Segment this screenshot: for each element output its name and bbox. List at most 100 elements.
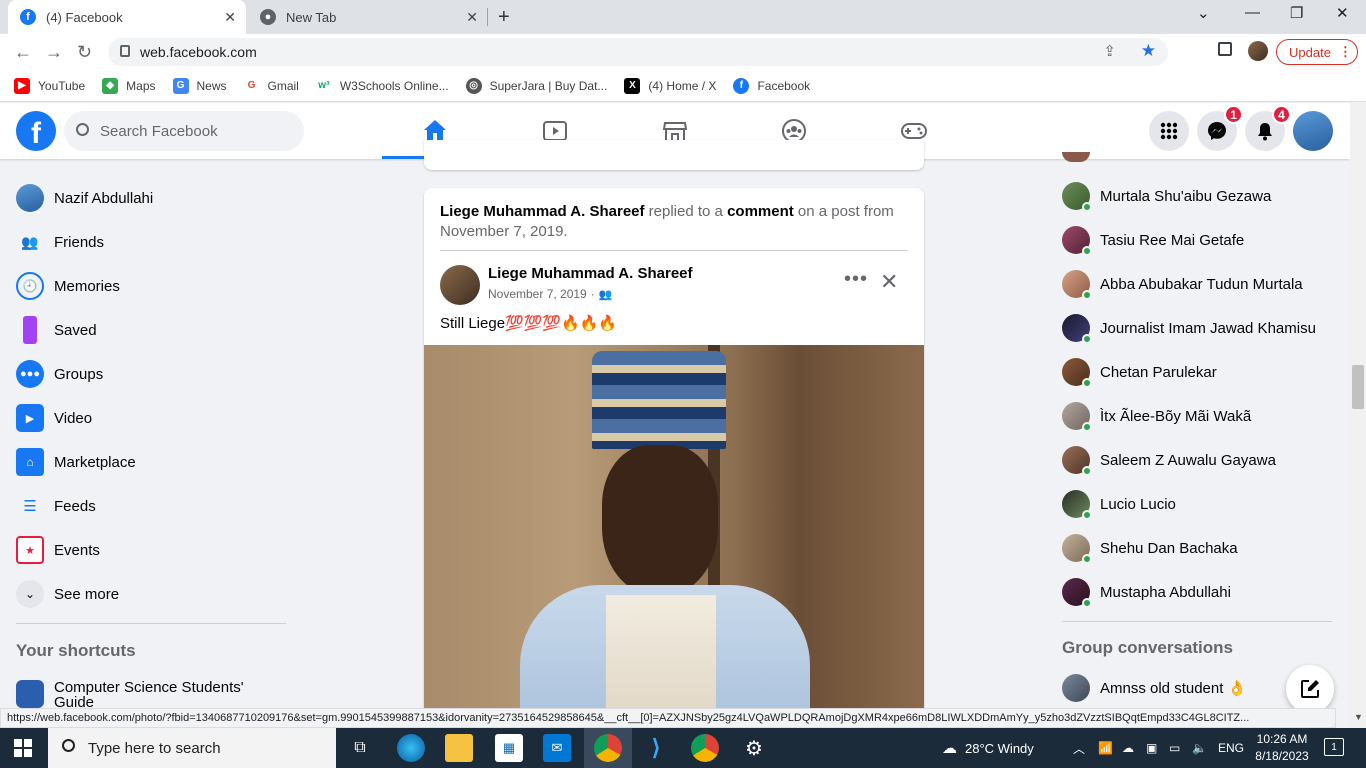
bookmark-star-icon[interactable]: ★ <box>1141 41 1156 61</box>
close-post-icon[interactable]: ✕ <box>880 269 898 295</box>
bookmark-news[interactable]: G News <box>172 77 227 94</box>
bookmark-maps[interactable]: ◆ Maps <box>102 77 156 94</box>
side-panel-icon[interactable] <box>1218 42 1232 56</box>
contact-item[interactable]: Shehu Dan Bachaka <box>1062 530 1238 566</box>
facebook-favicon-icon: f <box>20 9 36 25</box>
chevron-down-icon: ⌄ <box>16 580 44 608</box>
contact-name: Journalist Imam Jawad Khamisu <box>1100 319 1316 337</box>
shortcut-item[interactable]: Computer Science Students' Guide <box>16 680 276 708</box>
online-status-dot <box>1082 422 1092 432</box>
close-tab-icon[interactable]: ✕ <box>466 9 478 26</box>
bookmark-gmail[interactable]: G Gmail <box>243 77 299 94</box>
forward-icon[interactable]: → <box>45 42 63 63</box>
update-label: Update <box>1289 44 1331 60</box>
sidebar-item-marketplace[interactable]: ⌂ Marketplace <box>16 444 136 480</box>
edge-icon[interactable] <box>397 734 425 762</box>
search-input[interactable]: Search Facebook <box>64 111 304 151</box>
online-status-dot <box>1082 598 1092 608</box>
sidebar-item-events[interactable]: ★ Events <box>16 532 100 568</box>
file-explorer-icon[interactable] <box>445 734 473 762</box>
network-icon[interactable]: ☁ <box>1122 728 1134 768</box>
share-icon[interactable]: ⇪ <box>1103 42 1116 60</box>
contact-item[interactable]: Murtala Shu'aibu Gezawa <box>1062 178 1271 214</box>
contact-item[interactable]: Ìtx Ãlee-Bõy Mãi Wakã <box>1062 398 1251 434</box>
vscode-icon[interactable]: ⟩ <box>642 734 670 762</box>
search-icon <box>62 739 75 752</box>
close-tab-icon[interactable]: ✕ <box>224 9 236 26</box>
clock[interactable]: 10:26 AM 8/18/2023 <box>1252 731 1312 765</box>
activity-actor[interactable]: Liege Muhammad A. Shareef <box>440 203 645 220</box>
new-message-button[interactable] <box>1286 665 1334 713</box>
back-icon[interactable]: ← <box>14 42 32 63</box>
messenger-icon <box>1208 122 1226 140</box>
scrollbar-thumb[interactable] <box>1352 365 1364 409</box>
notification-center-icon[interactable]: 1 <box>1324 738 1344 756</box>
browser-profile-avatar[interactable] <box>1248 41 1268 61</box>
minimize-button[interactable]: — <box>1245 4 1260 21</box>
menu-button[interactable] <box>1149 111 1189 151</box>
mail-icon[interactable]: ✉ <box>543 734 571 762</box>
reload-icon[interactable]: ↻ <box>77 42 92 63</box>
sidebar-item-saved[interactable]: Saved <box>16 312 97 348</box>
weather-widget[interactable]: ☁ 28°C Windy <box>942 728 1034 768</box>
post-photo[interactable] <box>424 345 924 728</box>
battery-icon[interactable]: ▭ <box>1169 728 1180 768</box>
post-options-icon[interactable]: ••• <box>844 268 868 291</box>
tab-new-tab[interactable]: ● New Tab ✕ <box>252 0 488 34</box>
sidebar-item-feeds[interactable]: ☰ Feeds <box>16 488 95 524</box>
contact-item[interactable]: Mustapha Abdullahi <box>1062 574 1231 610</box>
taskbar-search-input[interactable]: Type here to search <box>48 728 336 768</box>
address-bar[interactable]: web.facebook.com ⇪ ★ <box>108 38 1168 66</box>
chrome-profile-icon[interactable] <box>691 734 719 762</box>
close-window-button[interactable]: ✕ <box>1336 4 1349 22</box>
bookmark-facebook[interactable]: f Facebook <box>733 77 810 94</box>
settings-gear-icon[interactable]: ⚙ <box>740 734 768 762</box>
contact-item[interactable]: Journalist Imam Jawad Khamisu <box>1062 310 1316 346</box>
sidebar-item-label: Friends <box>54 233 105 251</box>
saved-icon <box>23 316 37 344</box>
tab-search-icon[interactable]: ⌄ <box>1197 4 1210 22</box>
post-date[interactable]: November 7, 2019 <box>488 287 587 301</box>
tray-chevron-icon[interactable]: ︿ <box>1073 728 1085 768</box>
notifications-button[interactable]: 4 <box>1245 105 1291 151</box>
sidebar-item-see-more[interactable]: ⌄ See more <box>16 576 119 612</box>
tab-facebook[interactable]: f (4) Facebook ✕ <box>8 0 246 34</box>
restore-button[interactable]: ❐ <box>1290 4 1303 22</box>
device-icon[interactable]: ▣ <box>1146 728 1157 768</box>
sidebar-item-groups[interactable]: ●●● Groups <box>16 356 103 392</box>
volume-icon[interactable]: 🔈 <box>1192 728 1207 768</box>
activity-comment-link[interactable]: comment <box>727 203 794 220</box>
update-button[interactable]: Update ⋮ <box>1276 39 1358 65</box>
bookmark-youtube[interactable]: ▶ YouTube <box>14 77 85 94</box>
sidebar-item-friends[interactable]: 👥 Friends <box>16 224 104 260</box>
group-conversation-item[interactable]: Amnss old student 👌 <box>1062 670 1246 706</box>
author-avatar[interactable] <box>440 265 480 305</box>
contact-item[interactable]: Chetan Parulekar <box>1062 354 1217 390</box>
task-view-icon[interactable]: ⧉ <box>346 734 374 762</box>
bell-icon <box>1258 123 1272 141</box>
contact-name: Mustapha Abdullahi <box>1100 583 1231 601</box>
notifications-badge: 4 <box>1272 105 1291 124</box>
messenger-button[interactable]: 1 <box>1197 105 1243 151</box>
post-author[interactable]: Liege Muhammad A. Shareef <box>488 265 693 282</box>
scroll-down-arrow-icon[interactable]: ▼ <box>1354 712 1363 722</box>
store-icon[interactable]: ▦ <box>495 734 523 762</box>
sidebar-item-memories[interactable]: 🕘 Memories <box>16 268 120 304</box>
contact-item[interactable]: Tasiu Ree Mai Getafe <box>1062 222 1244 258</box>
account-avatar[interactable] <box>1293 111 1333 151</box>
page-scrollbar[interactable] <box>1350 103 1366 728</box>
new-tab-button[interactable]: + <box>498 6 510 29</box>
language-indicator[interactable]: ENG <box>1218 728 1244 768</box>
windows-start-icon[interactable] <box>14 739 32 757</box>
bookmark-superjara[interactable]: ◎ SuperJara | Buy Dat... <box>465 77 607 94</box>
sidebar-item-video[interactable]: ▶ Video <box>16 400 92 436</box>
facebook-logo-icon[interactable]: f <box>16 111 56 151</box>
wifi-icon[interactable]: 📶 <box>1098 728 1113 768</box>
bookmark-x[interactable]: X (4) Home / X <box>624 77 716 94</box>
sidebar-profile[interactable]: Nazif Abdullahi <box>16 180 153 216</box>
contact-item[interactable]: Lucio Lucio <box>1062 486 1176 522</box>
contact-item[interactable]: Abba Abubakar Tudun Murtala <box>1062 266 1303 302</box>
contact-item[interactable]: Saleem Z Auwalu Gayawa <box>1062 442 1276 478</box>
bookmark-w3schools[interactable]: w³ W3Schools Online... <box>315 77 449 94</box>
chrome-icon[interactable] <box>594 734 622 762</box>
